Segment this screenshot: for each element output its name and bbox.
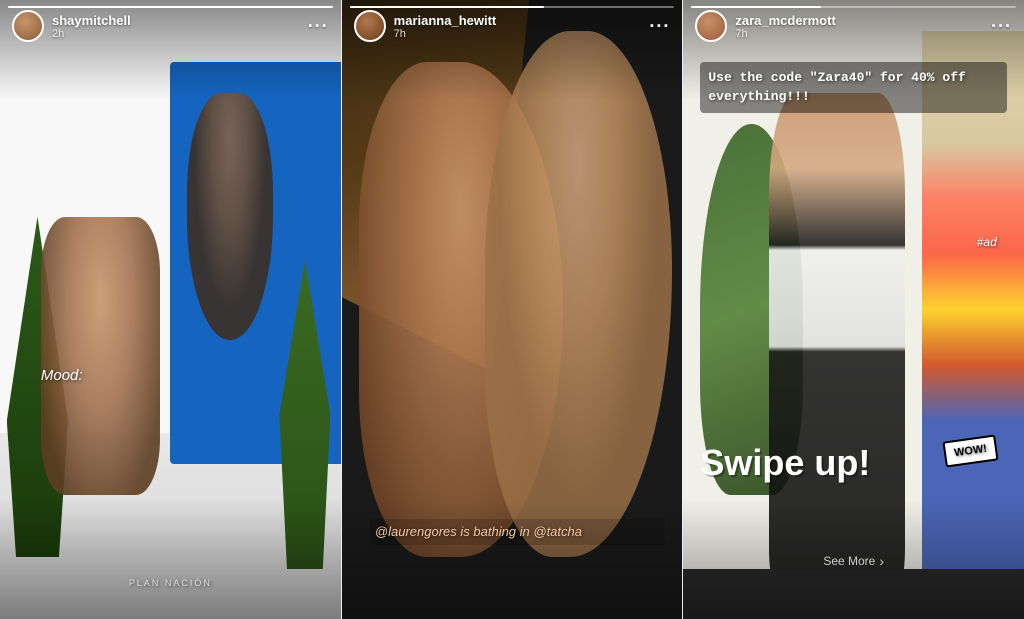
story1-figure-top <box>187 93 272 341</box>
story2-progress-bar <box>350 6 675 8</box>
story1-header-left: shaymitchell 2h <box>12 10 131 42</box>
story-card-3[interactable]: zara_mcdermott 7h ··· Use the code "Zara… <box>683 0 1024 619</box>
story2-progress-fill <box>350 6 545 8</box>
story1-progress-bar <box>8 6 333 8</box>
story3-header-left: zara_mcdermott 7h <box>695 10 835 42</box>
story2-header-left: marianna_hewitt 7h <box>354 10 497 42</box>
story3-promo-text: Use the code "Zara40" for 40% off everyt… <box>700 62 1007 113</box>
story2-time-ago: 7h <box>394 28 497 40</box>
avatar-marianna-hewitt[interactable] <box>354 10 386 42</box>
story1-username: shaymitchell <box>52 13 131 28</box>
story3-swipe-up-text: Swipe up! <box>700 443 870 483</box>
story1-progress-fill <box>8 6 333 8</box>
story1-meta: shaymitchell 2h <box>52 13 131 40</box>
avatar-shaymitchell[interactable] <box>12 10 44 42</box>
story2-bottom-gradient <box>342 499 683 619</box>
story3-bottom-gradient <box>683 499 1024 619</box>
story2-username: marianna_hewitt <box>394 13 497 28</box>
story1-more-button[interactable]: ··· <box>308 16 329 37</box>
story3-more-button[interactable]: ··· <box>991 16 1012 37</box>
story-card-2[interactable]: marianna_hewitt 7h ··· @laurengores is b… <box>342 0 684 619</box>
story1-bottom-gradient <box>0 499 341 619</box>
story2-more-button[interactable]: ··· <box>649 16 670 37</box>
stories-container: shaymitchell 2h ··· Mood: PLAN NACIÓN <box>0 0 1024 619</box>
story3-username: zara_mcdermott <box>735 13 835 28</box>
story-card-1[interactable]: shaymitchell 2h ··· Mood: PLAN NACIÓN <box>0 0 342 619</box>
story2-face-right <box>485 31 672 557</box>
story1-figure-bottom <box>41 217 160 496</box>
avatar-zara-mcdermott[interactable] <box>695 10 727 42</box>
story3-progress-fill <box>691 6 821 8</box>
story2-caption: @laurengores is bathing in @tatcha <box>369 519 665 545</box>
story1-watermark: PLAN NACIÓN <box>129 578 212 588</box>
story3-ad-tag: #ad <box>977 235 997 249</box>
story3-progress-bar <box>691 6 1016 8</box>
story1-mood-text: Mood: <box>41 367 83 384</box>
story3-time-ago: 7h <box>735 28 835 40</box>
story1-time-ago: 2h <box>52 28 131 40</box>
story3-meta: zara_mcdermott 7h <box>735 13 835 40</box>
story2-meta: marianna_hewitt 7h <box>394 13 497 40</box>
